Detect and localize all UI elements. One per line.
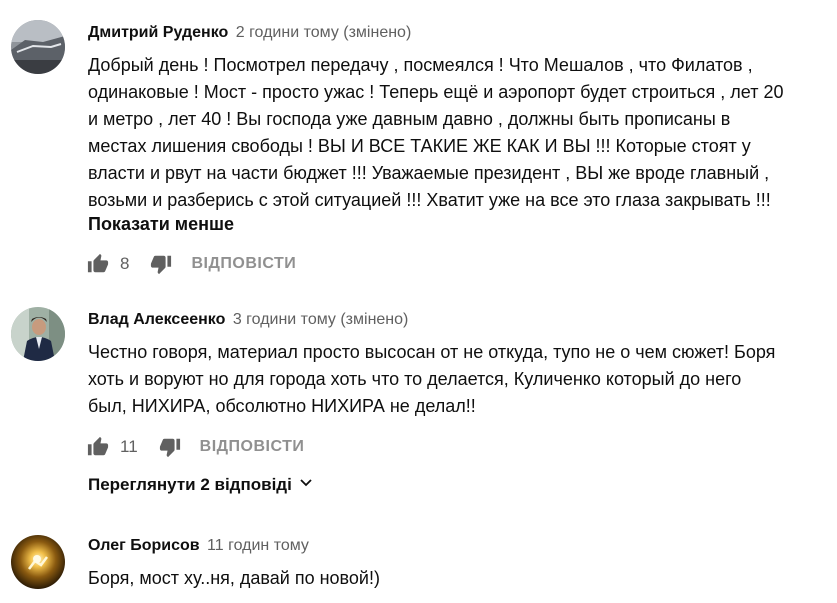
reply-button[interactable]: ВІДПОВІСТИ — [191, 255, 296, 273]
comment-text: Добрый день ! Посмотрел передачу , посме… — [88, 52, 828, 214]
reply-button[interactable]: ВІДПОВІСТИ — [200, 438, 305, 456]
show-less-button[interactable]: Показати менше — [88, 214, 234, 235]
comment-author[interactable]: Дмитрий Руденко — [88, 24, 228, 41]
comment-header: Влад Алексеенко 3 години тому (змінено) — [88, 311, 408, 329]
comment-header: Олег Борисов 11 годин тому — [88, 537, 309, 555]
comment-text-line: был, НИХИРА, обсолютно НИХИРА не делал!! — [88, 396, 476, 416]
avatar[interactable] — [11, 307, 65, 361]
comment-text-line: Честно говоря, материал просто высосан о… — [88, 342, 776, 362]
thumb-down-icon[interactable] — [149, 252, 173, 276]
comment-author[interactable]: Олег Борисов — [88, 537, 200, 554]
comment-text-line: местах лишения свободы ! ВЫ И ВСЕ ТАКИЕ … — [88, 136, 751, 156]
comment-actions: 8 ВІДПОВІСТИ — [86, 250, 296, 278]
comment-text: Боря, мост ху..ня, давай по новой!) — [88, 565, 828, 592]
comment-text-line: и метро , лет 40 ! Вы господа уже давным… — [88, 109, 731, 129]
thumb-up-icon[interactable] — [86, 252, 110, 276]
comment-text-line: возьми и разберись с этой ситуацией !!! … — [88, 190, 771, 210]
view-replies-button[interactable]: Переглянути 2 відповіді — [88, 474, 314, 495]
comment-text-line: Добрый день ! Посмотрел передачу , посме… — [88, 55, 753, 75]
comment-actions: 11 ВІДПОВІСТИ — [86, 433, 304, 461]
view-replies-label: Переглянути 2 відповіді — [88, 474, 292, 494]
thumb-up-icon[interactable] — [86, 435, 110, 459]
avatar[interactable] — [11, 535, 65, 589]
comment-text: Честно говоря, материал просто высосан о… — [88, 339, 828, 420]
comment-author[interactable]: Влад Алексеенко — [88, 311, 225, 328]
avatar[interactable] — [11, 20, 65, 74]
comment-text-line: хоть и воруют но для города хоть что то … — [88, 369, 742, 389]
comment-text-line: Боря, мост ху..ня, давай по новой!) — [88, 568, 380, 588]
comment-text-line: власти и рвут на части бюджет !!! Уважае… — [88, 163, 770, 183]
thumb-down-icon[interactable] — [158, 435, 182, 459]
comment-timestamp[interactable]: 3 години тому (змінено) — [233, 311, 409, 328]
like-count: 11 — [120, 437, 138, 456]
comment-header: Дмитрий Руденко 2 години тому (змінено) — [88, 24, 411, 42]
comment-timestamp[interactable]: 11 годин тому — [207, 537, 309, 554]
comment-text-line: одинаковые ! Мост - просто ужас ! Теперь… — [88, 82, 784, 102]
like-count: 8 — [120, 254, 130, 273]
chevron-down-icon — [292, 474, 314, 495]
comment-timestamp[interactable]: 2 години тому (змінено) — [236, 24, 412, 41]
